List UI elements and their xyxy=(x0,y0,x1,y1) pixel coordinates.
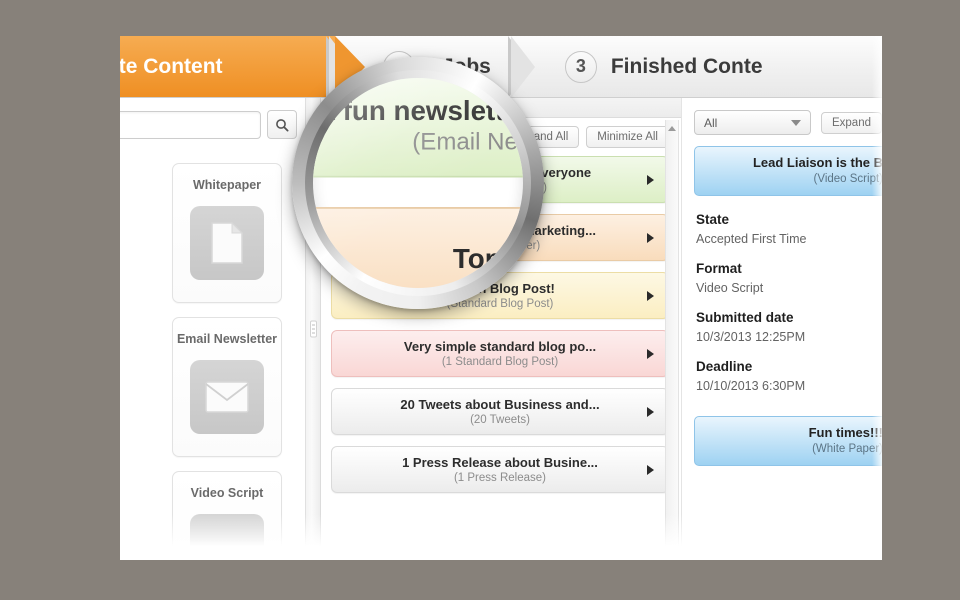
job-list-item[interactable]: My 5th Blog Post! (Standard Blog Post) xyxy=(331,272,669,319)
jobs-list: A fun newsletter for everyone (Email New… xyxy=(321,154,681,493)
content-type-card-whitepaper-label: Whitepaper xyxy=(192,178,262,192)
screenshot-root: Create Content 2 t Jobs 3 Finished Conte xyxy=(0,0,960,600)
panel-splitter-handle[interactable] xyxy=(305,98,321,560)
job-subtitle: (Email Newsletter) xyxy=(453,181,547,194)
envelope-icon xyxy=(190,360,264,434)
content-type-panel: Whitepaper Email Newsletter Video Script xyxy=(120,98,305,560)
step-current-jobs-label: t Jobs xyxy=(429,54,491,78)
finished-card-subtitle: (Video Script) xyxy=(813,173,882,185)
step-current-jobs-number: 2 xyxy=(383,50,415,83)
minimize-all-button[interactable]: Minimize All xyxy=(586,126,669,148)
step-finished-content-label: Finished Conte xyxy=(610,54,763,78)
finished-card-title: Lead Liaison is the B xyxy=(752,155,882,170)
search-button[interactable] xyxy=(267,110,297,139)
finished-expand-button[interactable]: Expand xyxy=(820,111,882,134)
detail-label-state: State xyxy=(696,212,730,227)
content-type-card-email-newsletter-label: Email Newsletter xyxy=(176,332,278,346)
splitter-grip-icon xyxy=(310,320,317,338)
content-type-grid: Whitepaper Email Newsletter Video Script xyxy=(120,149,305,560)
step-current-jobs[interactable]: 2 t Jobs xyxy=(361,36,517,97)
app-window: Create Content 2 t Jobs 3 Finished Conte xyxy=(120,36,882,560)
search-input[interactable] xyxy=(120,110,261,139)
job-title: Very simple standard blog po... xyxy=(403,338,597,354)
finished-content-card-2[interactable]: Fun times!!! (White Paper) xyxy=(694,416,882,466)
job-subtitle: (20 Tweets) xyxy=(470,413,530,426)
grid-spacer-3 xyxy=(120,471,156,560)
job-list-item[interactable]: Very simple standard blog po... (1 Stand… xyxy=(331,330,669,377)
current-jobs-panel: All Expand All Minimize All A fun newsle… xyxy=(321,98,681,560)
step-create-content[interactable]: Create Content xyxy=(120,36,365,98)
detail-label-submitted-date: Submitted date xyxy=(696,310,794,325)
expand-all-button[interactable]: Expand All xyxy=(502,126,580,148)
job-subtitle: (Standard Blog Post) xyxy=(446,297,554,310)
content-type-card-video-script[interactable]: Video Script xyxy=(172,471,282,560)
job-list-item[interactable]: 20 Tweets about Business and... (20 Twee… xyxy=(331,388,669,435)
job-subtitle: (1 White Paper) xyxy=(459,239,541,252)
chevron-right-icon[interactable] xyxy=(647,348,654,359)
finished-toolbar: All Expand xyxy=(694,110,882,135)
job-subtitle: (1 Standard Blog Post) xyxy=(441,355,559,368)
job-list-item[interactable]: Top 5 Social Media Marketing... (1 White… xyxy=(331,214,669,261)
content-type-card-email-newsletter[interactable]: Email Newsletter xyxy=(172,317,282,457)
content-type-card-whitepaper[interactable]: Whitepaper xyxy=(172,163,282,303)
detail-label-deadline: Deadline xyxy=(696,359,753,374)
search-icon xyxy=(276,118,289,132)
job-title: 1 Press Release about Busine... xyxy=(402,454,598,470)
job-subtitle: (1 Press Release) xyxy=(453,471,547,484)
finished-card-title: Fun times!!! xyxy=(808,425,882,440)
finished-filter-value: All xyxy=(704,115,718,130)
chevron-right-icon[interactable] xyxy=(647,174,654,185)
detail-value-state: Accepted First Time xyxy=(696,232,807,246)
document-icon-2 xyxy=(190,514,264,560)
step-finished-content[interactable]: 3 Finished Conte xyxy=(543,36,789,97)
finished-content-card-selected[interactable]: Lead Liaison is the B (Video Script) xyxy=(694,146,882,196)
finished-card-subtitle: (White Paper) xyxy=(812,443,882,455)
detail-value-deadline: 10/10/2013 6:30PM xyxy=(696,379,806,393)
finished-filter-select[interactable]: All xyxy=(694,110,811,135)
detail-label-format: Format xyxy=(696,261,742,276)
search-row xyxy=(120,110,305,149)
jobs-scrollbar[interactable] xyxy=(665,120,679,560)
job-list-item[interactable]: A fun newsletter for everyone (Email New… xyxy=(331,156,669,203)
jobs-toolbar: Expand All Minimize All xyxy=(321,118,681,154)
job-title: My 5th Blog Post! xyxy=(445,280,555,296)
chevron-right-icon[interactable] xyxy=(647,290,654,301)
scroll-up-arrow-icon[interactable] xyxy=(668,126,676,131)
step-finished-content-number: 3 xyxy=(564,50,597,83)
finished-content-details: State Accepted First Time Format Video S… xyxy=(694,196,882,416)
step-separator-2 xyxy=(507,36,543,98)
chevron-right-icon[interactable] xyxy=(647,232,654,243)
job-list-item[interactable]: 1 Press Release about Busine... (1 Press… xyxy=(331,446,669,493)
chevron-right-icon[interactable] xyxy=(647,406,654,417)
job-title: 20 Tweets about Business and... xyxy=(400,396,600,412)
finished-content-panel: All Expand Lead Liaison is the B (Video … xyxy=(681,98,882,560)
workflow-stepbar: Create Content 2 t Jobs 3 Finished Conte xyxy=(120,36,882,98)
detail-value-submitted-date: 10/3/2013 12:25PM xyxy=(696,330,806,344)
jobs-tab-all[interactable]: All xyxy=(325,100,365,119)
panels-container: Whitepaper Email Newsletter Video Script… xyxy=(120,98,882,560)
grid-spacer-2 xyxy=(120,317,156,457)
jobs-tabrow: All xyxy=(321,98,681,119)
chevron-down-icon xyxy=(790,119,801,126)
chevron-right-icon[interactable] xyxy=(647,464,654,475)
content-type-card-video-script-label: Video Script xyxy=(190,486,264,500)
detail-value-format: Video Script xyxy=(696,281,764,295)
grid-spacer-1 xyxy=(120,163,156,303)
document-icon xyxy=(190,206,264,280)
step-create-content-label: Create Content xyxy=(120,54,223,78)
job-title: Top 5 Social Media Marketing... xyxy=(404,222,596,238)
job-title: A fun newsletter for everyone xyxy=(408,164,592,180)
